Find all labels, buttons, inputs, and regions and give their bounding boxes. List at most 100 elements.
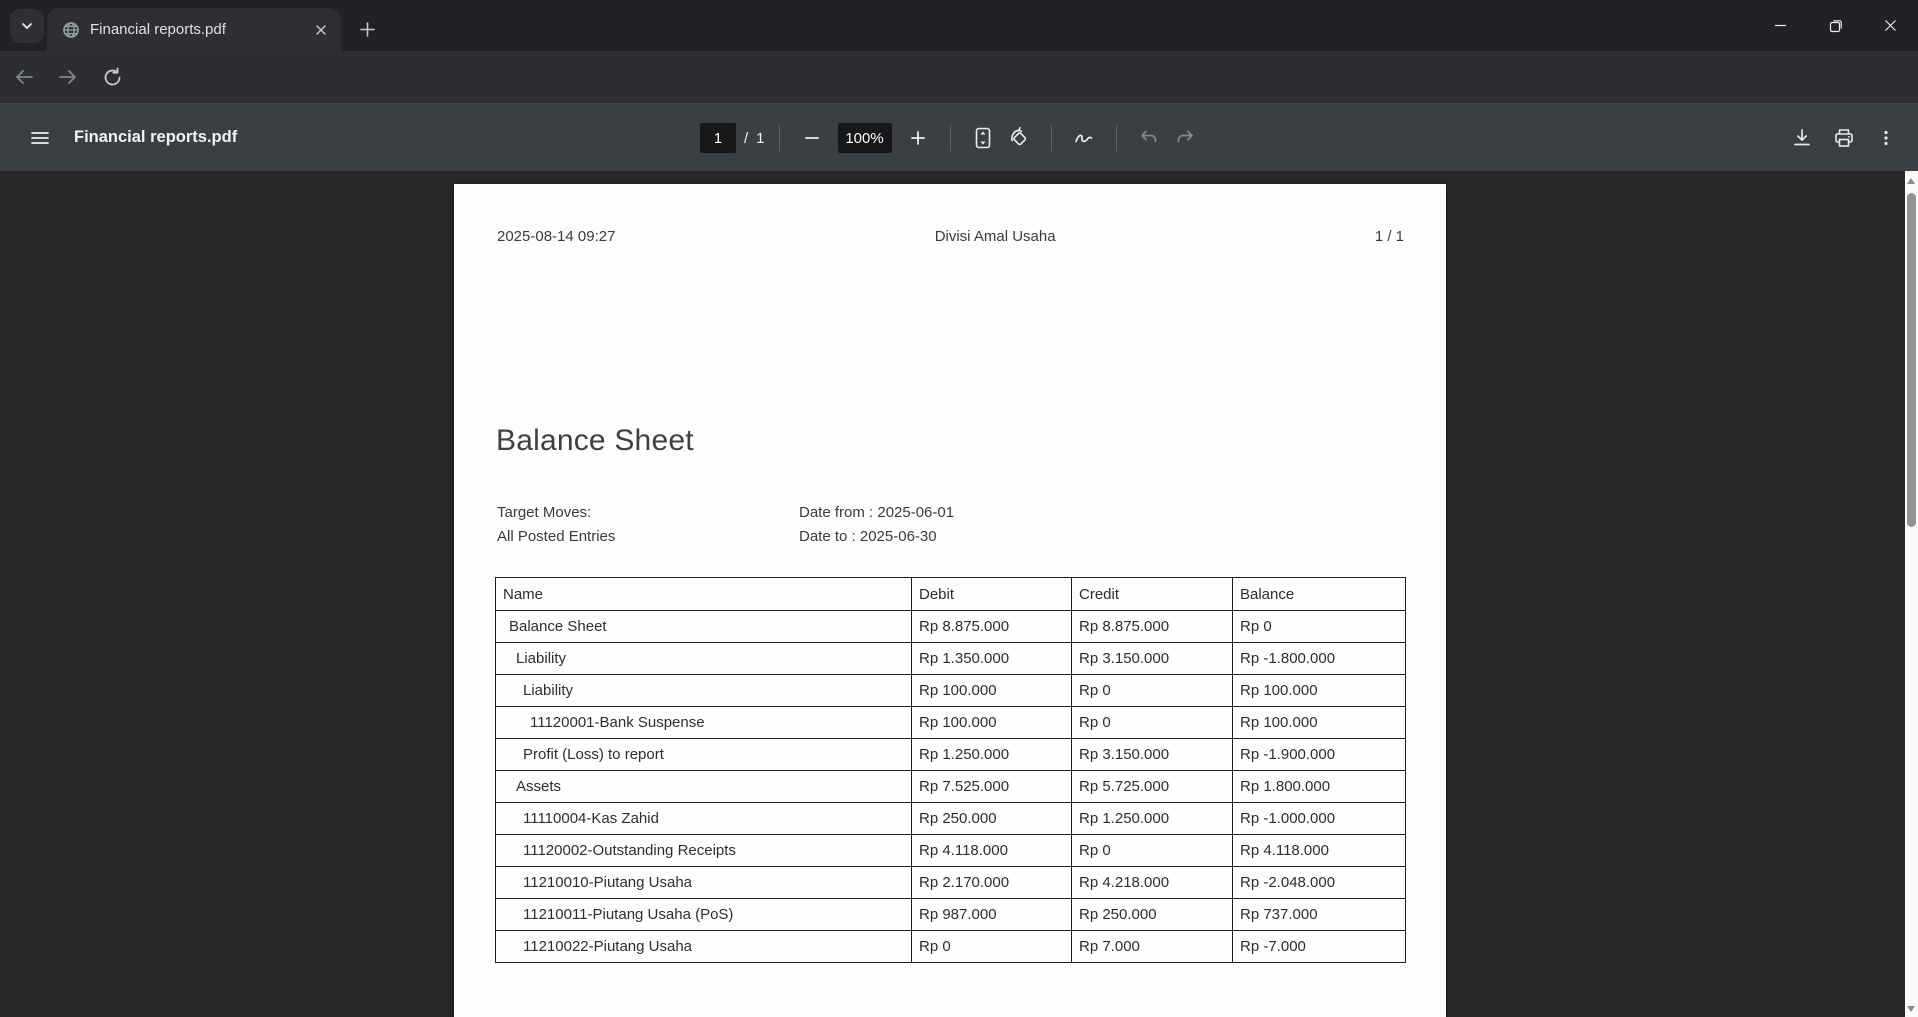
cell-credit: Rp 0	[1072, 835, 1233, 867]
column-header: Name	[496, 578, 912, 611]
fit-page-button[interactable]	[965, 120, 1001, 156]
globe-favicon-icon	[62, 21, 80, 39]
page-total: 1	[756, 130, 764, 147]
cell-credit: Rp 0	[1072, 675, 1233, 707]
report-page-indicator: 1 / 1	[1375, 228, 1404, 245]
tab-search-button[interactable]	[10, 9, 44, 43]
redo-button[interactable]	[1167, 120, 1203, 156]
cell-debit: Rp 4.118.000	[912, 835, 1072, 867]
zoom-out-button[interactable]	[794, 120, 830, 156]
report-timestamp: 2025-08-14 09:27	[497, 228, 615, 245]
page-number-input[interactable]: 1	[700, 123, 736, 153]
cell-name: Profit (Loss) to report	[496, 739, 912, 771]
cell-name: Balance Sheet	[496, 611, 912, 643]
cell-balance: Rp -7.000	[1233, 931, 1406, 963]
date-to: Date to : 2025-06-30	[799, 525, 954, 549]
cell-balance: Rp -1.900.000	[1233, 739, 1406, 771]
close-window-button[interactable]	[1863, 0, 1918, 51]
new-tab-button[interactable]	[352, 14, 382, 44]
undo-button[interactable]	[1131, 120, 1167, 156]
report-meta: Target Moves: All Posted Entries Date fr…	[497, 501, 615, 549]
pdf-page: 2025-08-14 09:27 Divisi Amal Usaha 1 / 1…	[454, 184, 1446, 1017]
balance-table-body: Balance Sheet Rp 8.875.000 Rp 8.875.000 …	[496, 611, 1406, 963]
cell-credit: Rp 3.150.000	[1072, 739, 1233, 771]
column-header: Balance	[1233, 578, 1406, 611]
cell-debit: Rp 2.170.000	[912, 867, 1072, 899]
cell-debit: Rp 250.000	[912, 803, 1072, 835]
zoom-in-button[interactable]	[900, 120, 936, 156]
cell-debit: Rp 1.350.000	[912, 643, 1072, 675]
page-divider: /	[744, 130, 748, 147]
table-row: 11120001-Bank Suspense Rp 100.000 Rp 0 R…	[496, 707, 1406, 739]
maximize-button[interactable]	[1808, 0, 1863, 51]
table-row: 11210010-Piutang Usaha Rp 2.170.000 Rp 4…	[496, 867, 1406, 899]
cell-credit: Rp 8.875.000	[1072, 611, 1233, 643]
cell-name: 11210011-Piutang Usaha (PoS)	[496, 899, 912, 931]
cell-debit: Rp 7.525.000	[912, 771, 1072, 803]
table-row: Assets Rp 7.525.000 Rp 5.725.000 Rp 1.80…	[496, 771, 1406, 803]
forward-button[interactable]	[48, 57, 88, 97]
tab-title: Financial reports.pdf	[90, 21, 311, 38]
pdf-separator	[1116, 125, 1117, 151]
cell-balance: Rp 100.000	[1233, 707, 1406, 739]
cell-debit: Rp 100.000	[912, 707, 1072, 739]
pdf-menu-icon[interactable]	[20, 118, 60, 158]
print-icon[interactable]	[1826, 120, 1862, 156]
pdf-separator	[950, 125, 951, 151]
balance-sheet-table: NameDebitCreditBalance Balance Sheet Rp …	[495, 577, 1406, 963]
reload-button[interactable]	[92, 57, 132, 97]
cell-balance: Rp 0	[1233, 611, 1406, 643]
pdf-download-icon[interactable]	[1784, 120, 1820, 156]
scroll-down-arrow[interactable]	[1907, 1006, 1915, 1012]
cell-credit: Rp 1.250.000	[1072, 803, 1233, 835]
cell-name: Liability	[496, 675, 912, 707]
cell-debit: Rp 987.000	[912, 899, 1072, 931]
cell-credit: Rp 0	[1072, 707, 1233, 739]
cell-name: 11120002-Outstanding Receipts	[496, 835, 912, 867]
pdf-document-title: Financial reports.pdf	[74, 128, 237, 147]
cell-debit: Rp 1.250.000	[912, 739, 1072, 771]
back-button[interactable]	[4, 57, 44, 97]
cell-name: Liability	[496, 643, 912, 675]
column-header: Debit	[912, 578, 1072, 611]
report-company: Divisi Amal Usaha	[615, 228, 1374, 245]
scroll-up-arrow[interactable]	[1907, 178, 1915, 184]
pdf-viewer-area[interactable]: 2025-08-14 09:27 Divisi Amal Usaha 1 / 1…	[0, 171, 1918, 1017]
table-row: Liability Rp 1.350.000 Rp 3.150.000 Rp -…	[496, 643, 1406, 675]
table-row: Profit (Loss) to report Rp 1.250.000 Rp …	[496, 739, 1406, 771]
pdf-toolbar: Financial reports.pdf 1 / 1 100%	[0, 103, 1918, 171]
tab-strip: Financial reports.pdf	[0, 0, 1918, 51]
document-header: 2025-08-14 09:27 Divisi Amal Usaha 1 / 1	[497, 228, 1404, 245]
vertical-scrollbar[interactable]	[1905, 171, 1918, 1017]
table-row: Liability Rp 100.000 Rp 0 Rp 100.000	[496, 675, 1406, 707]
pdf-controls: 1 / 1 100%	[700, 104, 1203, 172]
cell-debit: Rp 100.000	[912, 675, 1072, 707]
table-row: 11210011-Piutang Usaha (PoS) Rp 987.000 …	[496, 899, 1406, 931]
target-moves-value: All Posted Entries	[497, 525, 615, 549]
cell-name: 11210010-Piutang Usaha	[496, 867, 912, 899]
report-title: Balance Sheet	[496, 424, 694, 458]
pdf-more-options-icon[interactable]	[1868, 120, 1904, 156]
table-row: Balance Sheet Rp 8.875.000 Rp 8.875.000 …	[496, 611, 1406, 643]
chevron-down-icon	[19, 18, 35, 34]
pdf-toolbar-right	[1784, 104, 1904, 172]
active-tab[interactable]: Financial reports.pdf	[47, 8, 341, 51]
cell-name: 11210022-Piutang Usaha	[496, 931, 912, 963]
minimize-button[interactable]	[1753, 0, 1808, 51]
cell-credit: Rp 5.725.000	[1072, 771, 1233, 803]
cell-debit: Rp 8.875.000	[912, 611, 1072, 643]
tab-close-button[interactable]	[311, 20, 331, 40]
window-controls	[1753, 0, 1918, 51]
cell-balance: Rp 737.000	[1233, 899, 1406, 931]
zoom-level-input[interactable]: 100%	[838, 123, 892, 153]
cell-balance: Rp -2.048.000	[1233, 867, 1406, 899]
cell-credit: Rp 250.000	[1072, 899, 1233, 931]
cell-debit: Rp 0	[912, 931, 1072, 963]
annotate-button[interactable]	[1066, 120, 1102, 156]
scrollbar-thumb[interactable]	[1907, 193, 1916, 527]
table-row: 11110004-Kas Zahid Rp 250.000 Rp 1.250.0…	[496, 803, 1406, 835]
target-moves-label: Target Moves:	[497, 501, 615, 525]
cell-name: 11110004-Kas Zahid	[496, 803, 912, 835]
rotate-button[interactable]	[1001, 120, 1037, 156]
cell-balance: Rp 100.000	[1233, 675, 1406, 707]
